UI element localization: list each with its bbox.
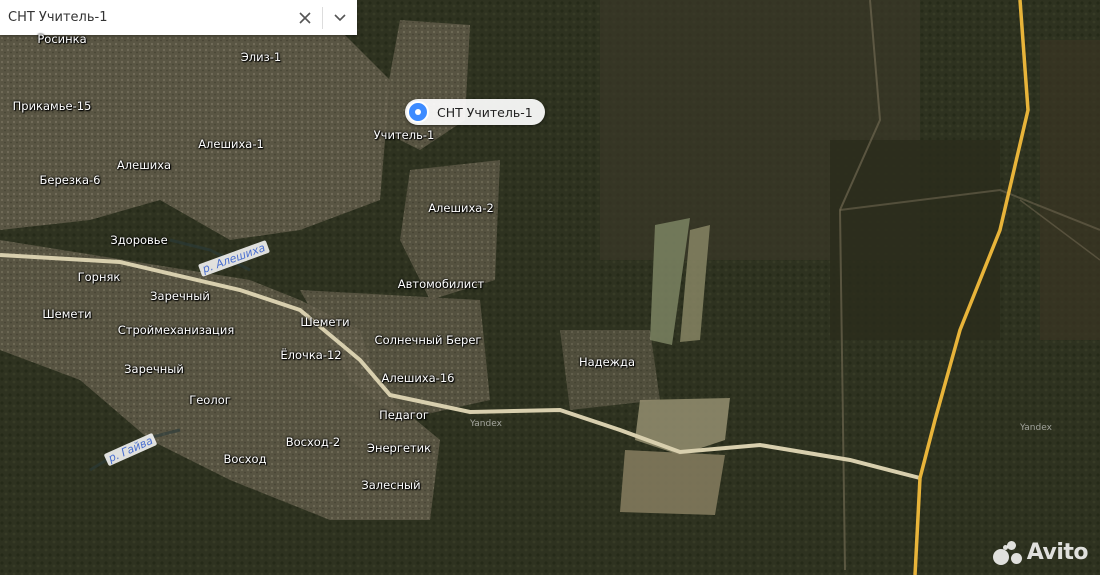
settlement-area bbox=[0, 20, 390, 240]
avito-text: Avito bbox=[1026, 540, 1089, 565]
avito-dots-icon bbox=[992, 540, 1023, 565]
place-label[interactable]: Шемети bbox=[42, 307, 91, 321]
place-label[interactable]: Элиз-1 bbox=[241, 50, 281, 64]
place-label[interactable]: Здоровье bbox=[110, 233, 167, 247]
place-label[interactable]: Алешиха-16 bbox=[382, 371, 455, 385]
close-icon bbox=[299, 11, 311, 24]
place-label[interactable]: Горняк bbox=[78, 270, 121, 284]
yandex-watermark: Yandex bbox=[470, 419, 502, 429]
place-label[interactable]: Алешиха bbox=[117, 158, 171, 172]
place-label[interactable]: Алешиха-1 bbox=[198, 137, 264, 151]
forest-patch bbox=[1040, 40, 1100, 340]
chevron-down-icon bbox=[334, 13, 346, 21]
yandex-watermark: Yandex bbox=[1020, 423, 1052, 433]
search-box[interactable] bbox=[0, 0, 357, 36]
place-label[interactable]: Росинка bbox=[37, 32, 86, 46]
place-label[interactable]: Залесный bbox=[361, 478, 420, 492]
forest-patch bbox=[830, 140, 1000, 340]
placemark-label: СНТ Учитель-1 bbox=[437, 104, 533, 120]
place-label[interactable]: Заречный bbox=[124, 362, 184, 376]
place-label[interactable]: Заречный bbox=[150, 289, 210, 303]
place-label[interactable]: Шемети bbox=[300, 315, 349, 329]
place-label[interactable]: Прикамье-15 bbox=[13, 99, 92, 113]
place-label[interactable]: Учитель-1 bbox=[374, 128, 435, 142]
placemark-icon bbox=[407, 101, 429, 123]
place-label[interactable]: Автомобилист bbox=[398, 277, 485, 291]
place-label[interactable]: Надежда bbox=[579, 355, 635, 369]
search-input[interactable] bbox=[0, 0, 288, 36]
dropdown-button[interactable] bbox=[323, 0, 357, 35]
avito-logo: Avito bbox=[992, 540, 1089, 565]
place-label[interactable]: Восход bbox=[223, 452, 266, 466]
place-label[interactable]: Березка-6 bbox=[40, 173, 101, 187]
place-label[interactable]: Восход-2 bbox=[286, 435, 341, 449]
place-label[interactable]: Педагог bbox=[379, 408, 429, 422]
settlement-area bbox=[560, 330, 660, 410]
place-label[interactable]: Ёлочка-12 bbox=[280, 348, 341, 362]
place-label[interactable]: Алешиха-2 bbox=[428, 201, 494, 215]
field bbox=[620, 450, 725, 515]
place-label[interactable]: Геолог bbox=[189, 393, 231, 407]
clear-button[interactable] bbox=[288, 0, 322, 35]
place-label[interactable]: Энергетик bbox=[367, 441, 431, 455]
placemark[interactable]: СНТ Учитель-1 bbox=[405, 99, 545, 125]
place-label[interactable]: Строймеханизация bbox=[118, 323, 235, 337]
place-label[interactable]: Солнечный Берег bbox=[375, 333, 482, 347]
satellite-map[interactable] bbox=[0, 0, 1100, 575]
